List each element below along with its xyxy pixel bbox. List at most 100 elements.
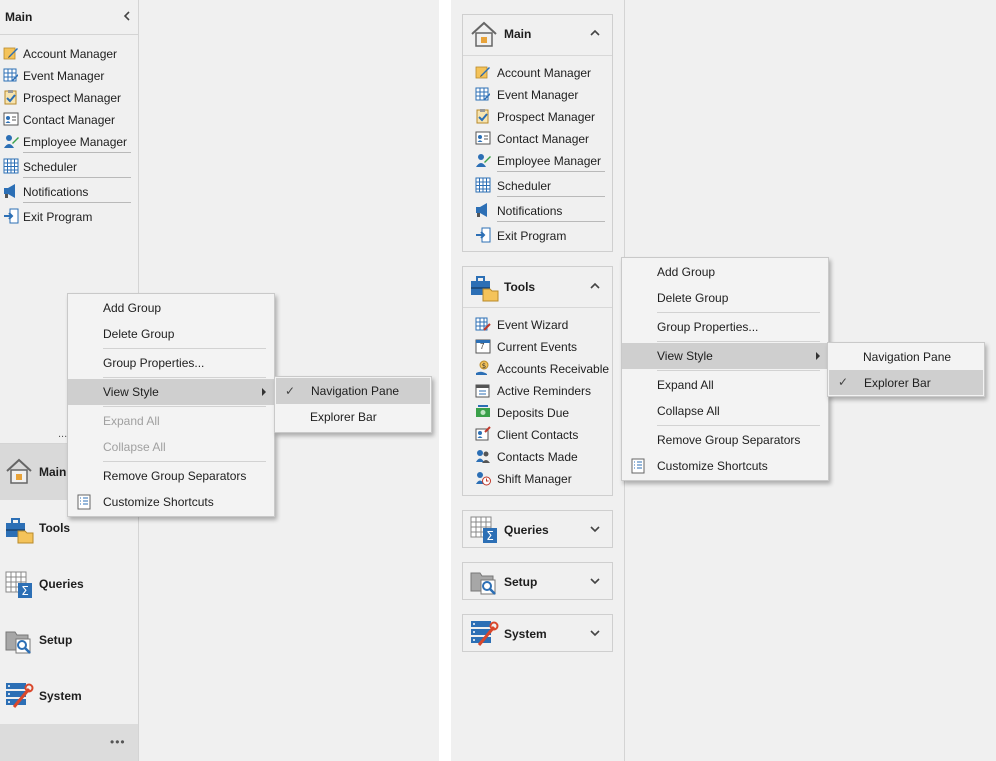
group-item-label: Exit Program <box>497 229 567 243</box>
menu-item-label: Add Group <box>103 301 162 315</box>
employee-manager-icon <box>475 152 491 168</box>
account-manager-icon <box>475 64 491 80</box>
chevron-up-icon[interactable] <box>589 280 601 292</box>
menu-item-label: Add Group <box>657 265 716 279</box>
prospect-manager-icon <box>3 89 19 105</box>
menu-item-customize-shortcuts[interactable]: Customize Shortcuts <box>68 490 274 514</box>
chevron-down-icon[interactable] <box>589 627 601 639</box>
submenu-arrow-icon <box>262 388 266 396</box>
shortcut-item-label: Scheduler <box>23 160 78 174</box>
group-item-label: Prospect Manager <box>497 110 596 124</box>
menu-item-collapse-all[interactable]: Collapse All <box>622 399 828 423</box>
submenu-view-style-left: ✓ Navigation Pane Explorer Bar <box>274 376 432 433</box>
menu-item-view-style[interactable]: View Style <box>68 379 274 405</box>
submenu-item-navigation-pane[interactable]: Navigation Pane <box>828 345 984 369</box>
menu-item-expand-all[interactable]: Expand All <box>622 373 828 397</box>
shortcut-item-prospect-manager[interactable]: Prospect Manager <box>0 88 138 108</box>
menu-item-add-group[interactable]: Add Group <box>68 296 274 320</box>
nav-button-queries[interactable]: Queries <box>0 556 138 612</box>
group-item-active-reminders[interactable]: Active Reminders <box>463 381 612 401</box>
group-item-label: Account Manager <box>497 66 592 80</box>
overflow-menu-button[interactable]: ••• <box>110 735 126 749</box>
nav-button-setup[interactable]: Setup <box>0 612 138 668</box>
menu-item-remove-group-separators[interactable]: Remove Group Separators <box>68 464 274 488</box>
group-item-label: Scheduler <box>497 179 552 193</box>
nav-button-label: Tools <box>39 521 71 535</box>
group-header-tools[interactable]: Tools <box>463 267 612 307</box>
group-system[interactable]: System <box>462 614 613 652</box>
shortcut-item-label: Contact Manager <box>23 113 116 127</box>
menu-item-remove-group-separators[interactable]: Remove Group Separators <box>622 428 828 452</box>
menu-item-view-style[interactable]: View Style <box>622 343 828 369</box>
shortcut-item-scheduler[interactable]: Scheduler <box>0 157 138 177</box>
menu-item-label: Customize Shortcuts <box>657 459 768 473</box>
menu-item-group-properties[interactable]: Group Properties... <box>622 315 828 339</box>
group-separator <box>23 152 131 153</box>
group-queries[interactable]: Queries <box>462 510 613 548</box>
menu-item-label: Remove Group Separators <box>657 433 801 447</box>
shortcut-item-label: Event Manager <box>23 69 105 83</box>
menu-item-label: Group Properties... <box>103 356 205 370</box>
chevron-down-icon[interactable] <box>589 523 601 535</box>
splitter-grip[interactable]: ... <box>58 428 67 440</box>
account-manager-icon <box>3 45 19 61</box>
shortcut-item-employee-manager[interactable]: Employee Manager <box>0 132 138 152</box>
exit-program-icon <box>3 208 19 224</box>
checkmark-icon: ✓ <box>285 384 296 398</box>
customize-shortcuts-icon <box>630 458 646 474</box>
group-item-contact-manager[interactable]: Contact Manager <box>463 129 612 149</box>
group-item-exit-program[interactable]: Exit Program <box>463 226 612 246</box>
submenu-item-explorer-bar[interactable]: ✓ Explorer Bar <box>829 370 983 395</box>
menu-item-delete-group[interactable]: Delete Group <box>622 286 828 310</box>
nav-button-system[interactable]: System <box>0 668 138 724</box>
group-header-main[interactable]: Main <box>463 15 612 55</box>
group-item-label: Contacts Made <box>497 450 578 464</box>
menu-item-label: Delete Group <box>103 327 175 341</box>
menu-item-add-group[interactable]: Add Group <box>622 260 828 284</box>
group-item-notifications[interactable]: Notifications <box>463 201 612 221</box>
menu-item-group-properties[interactable]: Group Properties... <box>68 351 274 375</box>
menu-item-label: Expand All <box>657 378 714 392</box>
submenu-item-explorer-bar[interactable]: Explorer Bar <box>275 405 431 429</box>
menu-separator <box>103 348 266 349</box>
group-item-deposits-due[interactable]: Deposits Due <box>463 403 612 423</box>
group-item-label: Event Manager <box>497 88 579 102</box>
chevron-up-icon[interactable] <box>589 27 601 39</box>
menu-item-delete-group[interactable]: Delete Group <box>68 322 274 346</box>
group-main: Main Account Manager Event Manager Prosp… <box>462 14 613 252</box>
header-divider <box>0 34 138 35</box>
submenu-view-style-right: Navigation Pane ✓ Explorer Bar <box>827 342 985 397</box>
group-item-current-events[interactable]: 7 Current Events <box>463 337 612 357</box>
chevron-down-icon[interactable] <box>589 575 601 587</box>
shortcut-item-exit-program[interactable]: Exit Program <box>0 207 138 227</box>
accounts-receivable-icon <box>475 360 491 376</box>
shortcut-item-event-manager[interactable]: Event Manager <box>0 66 138 86</box>
group-separator <box>497 171 605 172</box>
shortcut-item-label: Employee Manager <box>23 135 128 149</box>
setup-folder-search-icon <box>4 626 34 656</box>
group-item-event-wizard[interactable]: Event Wizard <box>463 315 612 335</box>
submenu-item-navigation-pane[interactable]: ✓ Navigation Pane <box>276 378 430 404</box>
group-item-scheduler[interactable]: Scheduler <box>463 176 612 196</box>
menu-item-label: Group Properties... <box>657 320 759 334</box>
shortcut-item-account-manager[interactable]: Account Manager <box>0 44 138 64</box>
group-item-shift-manager[interactable]: Shift Manager <box>463 469 612 489</box>
context-menu-right: Add Group Delete Group Group Properties.… <box>621 257 829 481</box>
group-item-prospect-manager[interactable]: Prospect Manager <box>463 107 612 127</box>
group-setup[interactable]: Setup <box>462 562 613 600</box>
shortcut-item-contact-manager[interactable]: Contact Manager <box>0 110 138 130</box>
shortcut-item-notifications[interactable]: Notifications <box>0 182 138 202</box>
group-item-client-contacts[interactable]: Client Contacts <box>463 425 612 445</box>
group-item-employee-manager[interactable]: Employee Manager <box>463 151 612 171</box>
menu-item-customize-shortcuts[interactable]: Customize Shortcuts <box>622 454 828 478</box>
context-menu-left: Add Group Delete Group Group Properties.… <box>67 293 275 517</box>
collapse-pane-icon[interactable] <box>121 10 133 22</box>
group-item-accounts-receivable[interactable]: Accounts Receivable <box>463 359 612 379</box>
group-item-contacts-made[interactable]: Contacts Made <box>463 447 612 467</box>
menu-separator <box>103 406 266 407</box>
menu-item-expand-all[interactable]: Expand All <box>68 409 274 433</box>
group-item-event-manager[interactable]: Event Manager <box>463 85 612 105</box>
menu-item-collapse-all[interactable]: Collapse All <box>68 435 274 459</box>
group-item-account-manager[interactable]: Account Manager <box>463 63 612 83</box>
group-item-label: Contact Manager <box>497 132 590 146</box>
